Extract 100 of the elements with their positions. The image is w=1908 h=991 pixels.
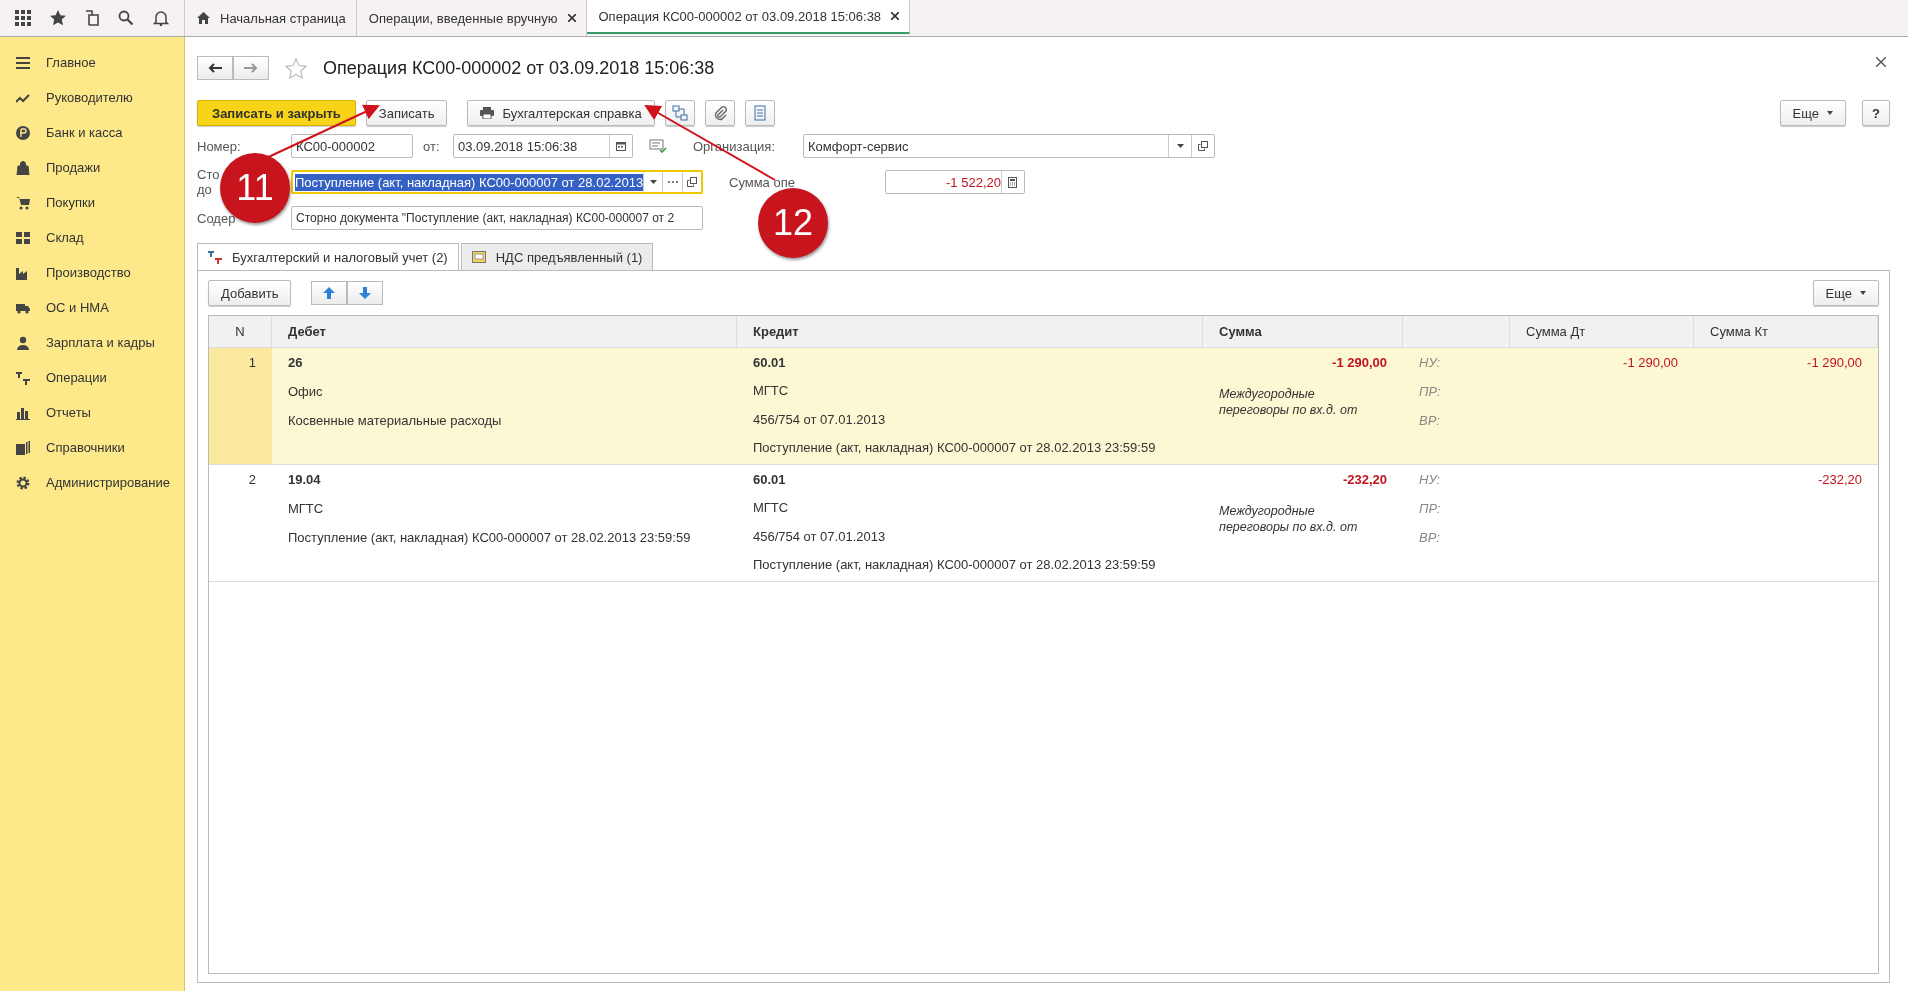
arrow-right-icon bbox=[244, 63, 258, 73]
table-cell-text: 26 bbox=[288, 354, 304, 372]
content-field[interactable]: Сторно документа "Поступление (акт, накладная) КС00-000007 от 2 bbox=[291, 206, 703, 230]
sidebar-label: Банк и касса bbox=[46, 125, 123, 140]
tab[interactable]: НДС предъявленный (1) bbox=[460, 243, 654, 270]
sidebar-label: ОС и НМА bbox=[46, 300, 109, 315]
move-down-button[interactable] bbox=[347, 281, 384, 305]
attach-button[interactable] bbox=[704, 100, 735, 126]
field-label: Содер bbox=[197, 210, 237, 226]
sidebar-item[interactable]: Операции bbox=[0, 360, 184, 395]
star-icon[interactable] bbox=[50, 10, 67, 26]
factory-icon bbox=[16, 265, 30, 280]
arrow-down-icon bbox=[359, 287, 372, 299]
caret-icon[interactable] bbox=[1176, 144, 1184, 148]
sidebar-item[interactable]: Продажи bbox=[0, 150, 184, 185]
sidebar-item[interactable]: Склад bbox=[0, 220, 184, 255]
more-button[interactable]: Еще bbox=[1812, 280, 1879, 306]
report-button[interactable]: Бухгалтерская справка bbox=[467, 100, 655, 126]
back-button[interactable] bbox=[197, 56, 233, 80]
accounting-icon bbox=[208, 250, 222, 264]
posted-icon bbox=[649, 139, 667, 153]
column-header: N bbox=[209, 316, 272, 347]
selected-text: Поступление (акт, накладная) КС00-000007 от 28.02.2013 bbox=[295, 173, 644, 191]
sidebar-item[interactable]: Отчеты bbox=[0, 395, 184, 430]
sidebar-item[interactable]: Зарплата и кадры bbox=[0, 325, 184, 360]
open-icon[interactable] bbox=[686, 177, 697, 187]
paperclip-icon bbox=[712, 105, 727, 121]
sidebar-label: Главное bbox=[46, 55, 96, 70]
tab-label: Бухгалтерский и налоговый учет (2) bbox=[232, 249, 448, 265]
sidebar-label: Продажи bbox=[46, 160, 101, 175]
field-label: Сто bbox=[197, 167, 220, 182]
books-icon bbox=[16, 440, 30, 455]
row-number: 1 bbox=[248, 354, 256, 372]
sidebar-item[interactable]: Банк и касса bbox=[0, 115, 184, 150]
sidebar-item[interactable]: Главное bbox=[0, 45, 184, 80]
close-icon[interactable] bbox=[567, 14, 576, 22]
help-button[interactable]: ? bbox=[1862, 100, 1890, 126]
field-label: от: bbox=[423, 138, 441, 154]
save-close-button[interactable]: Записать и закрыть bbox=[197, 100, 356, 126]
sidebar-item[interactable]: Администрирование bbox=[0, 465, 184, 500]
amount-field[interactable]: -1 522,20 bbox=[884, 170, 1025, 194]
caret-icon bbox=[1860, 291, 1866, 295]
column-header: Сумма Кт bbox=[1694, 316, 1878, 347]
sidebar-label: Производство bbox=[46, 265, 131, 280]
table-cell-text: 456/754 от 07.01.2013 bbox=[753, 527, 887, 546]
field-label: до bbox=[197, 182, 212, 197]
table-cell-text: -1 290,00 bbox=[1332, 354, 1387, 372]
table-cell-text: ПР: bbox=[1419, 500, 1442, 518]
sidebar-item[interactable]: Покупки bbox=[0, 185, 184, 220]
table-cell-text: НУ: bbox=[1419, 471, 1442, 489]
sidebar-item[interactable]: Производство bbox=[0, 255, 184, 290]
close-icon[interactable] bbox=[1876, 57, 1886, 67]
more-button[interactable]: Еще bbox=[1779, 100, 1846, 126]
apps-icon[interactable] bbox=[15, 10, 32, 26]
bars-icon bbox=[16, 405, 30, 420]
sidebar-item[interactable]: ОС и НМА bbox=[0, 290, 184, 325]
move-up-button[interactable] bbox=[311, 281, 348, 305]
sidebar-item[interactable]: Руководителю bbox=[0, 80, 184, 115]
number-field[interactable]: КС00-000002 bbox=[291, 134, 413, 158]
sidebar-label: Отчеты bbox=[46, 405, 91, 420]
caret-icon[interactable] bbox=[649, 180, 657, 184]
document-field[interactable]: Поступление (акт, накладная) КС00-000007 от 28.02.2013 bbox=[291, 170, 703, 194]
calculator-icon[interactable] bbox=[1008, 176, 1018, 188]
table-cell-text: Косвенные материальные расходы bbox=[288, 412, 503, 430]
save-button[interactable]: Записать bbox=[365, 100, 448, 126]
field-label: Номер: bbox=[197, 138, 242, 154]
sidebar-label: Руководителю bbox=[46, 90, 133, 105]
arrow-left-icon bbox=[208, 63, 222, 73]
menu-icon bbox=[16, 55, 30, 70]
open-tab[interactable]: Операция КС00-000002 от 03.09.2018 15:06:38 bbox=[586, 0, 911, 34]
close-icon[interactable] bbox=[891, 12, 900, 20]
date-field[interactable]: 03.09.2018 15:06:38 bbox=[453, 134, 633, 158]
add-button[interactable]: Добавить bbox=[208, 280, 292, 306]
field-label: Сумма опе bbox=[729, 174, 795, 190]
tab[interactable]: Бухгалтерский и налоговый учет (2) bbox=[197, 243, 459, 270]
tab-label: НДС предъявленный (1) bbox=[495, 249, 643, 265]
open-icon[interactable] bbox=[1198, 141, 1208, 151]
cart-icon bbox=[16, 195, 30, 210]
table-cell-text: 60.01 bbox=[753, 354, 787, 372]
table-cell-text: НУ: bbox=[1419, 354, 1442, 372]
grid-icon bbox=[16, 230, 30, 245]
structure-icon bbox=[671, 105, 688, 121]
tab-label: Операция КС00-000002 от 03.09.2018 15:06:38 bbox=[598, 8, 882, 24]
open-tab[interactable]: Операции, введенные вручную bbox=[356, 0, 587, 36]
table-cell: -232,20 bbox=[1817, 472, 1862, 487]
calendar-icon[interactable] bbox=[616, 141, 626, 151]
sidebar-item[interactable]: Справочники bbox=[0, 430, 184, 465]
open-tab[interactable]: Начальная страница bbox=[185, 0, 357, 36]
table-cell-text: -232,20 bbox=[1342, 471, 1387, 489]
table-cell-text: ВР: bbox=[1419, 529, 1441, 547]
table-cell-text: Междугородные переговоры по вх.д. от bbox=[1219, 386, 1359, 418]
annotation-badge: 12 bbox=[758, 188, 828, 258]
caret-icon bbox=[1827, 111, 1833, 115]
structure-button[interactable] bbox=[664, 100, 695, 126]
star-icon[interactable] bbox=[285, 57, 307, 79]
search-icon[interactable] bbox=[117, 10, 134, 26]
bell-icon[interactable] bbox=[152, 10, 169, 26]
table-cell-text: Междугородные переговоры по вх.д. от bbox=[1219, 503, 1359, 535]
organization-field[interactable]: Комфорт-сервис bbox=[803, 134, 1215, 158]
table-cell-text: 60.01 bbox=[753, 471, 787, 489]
